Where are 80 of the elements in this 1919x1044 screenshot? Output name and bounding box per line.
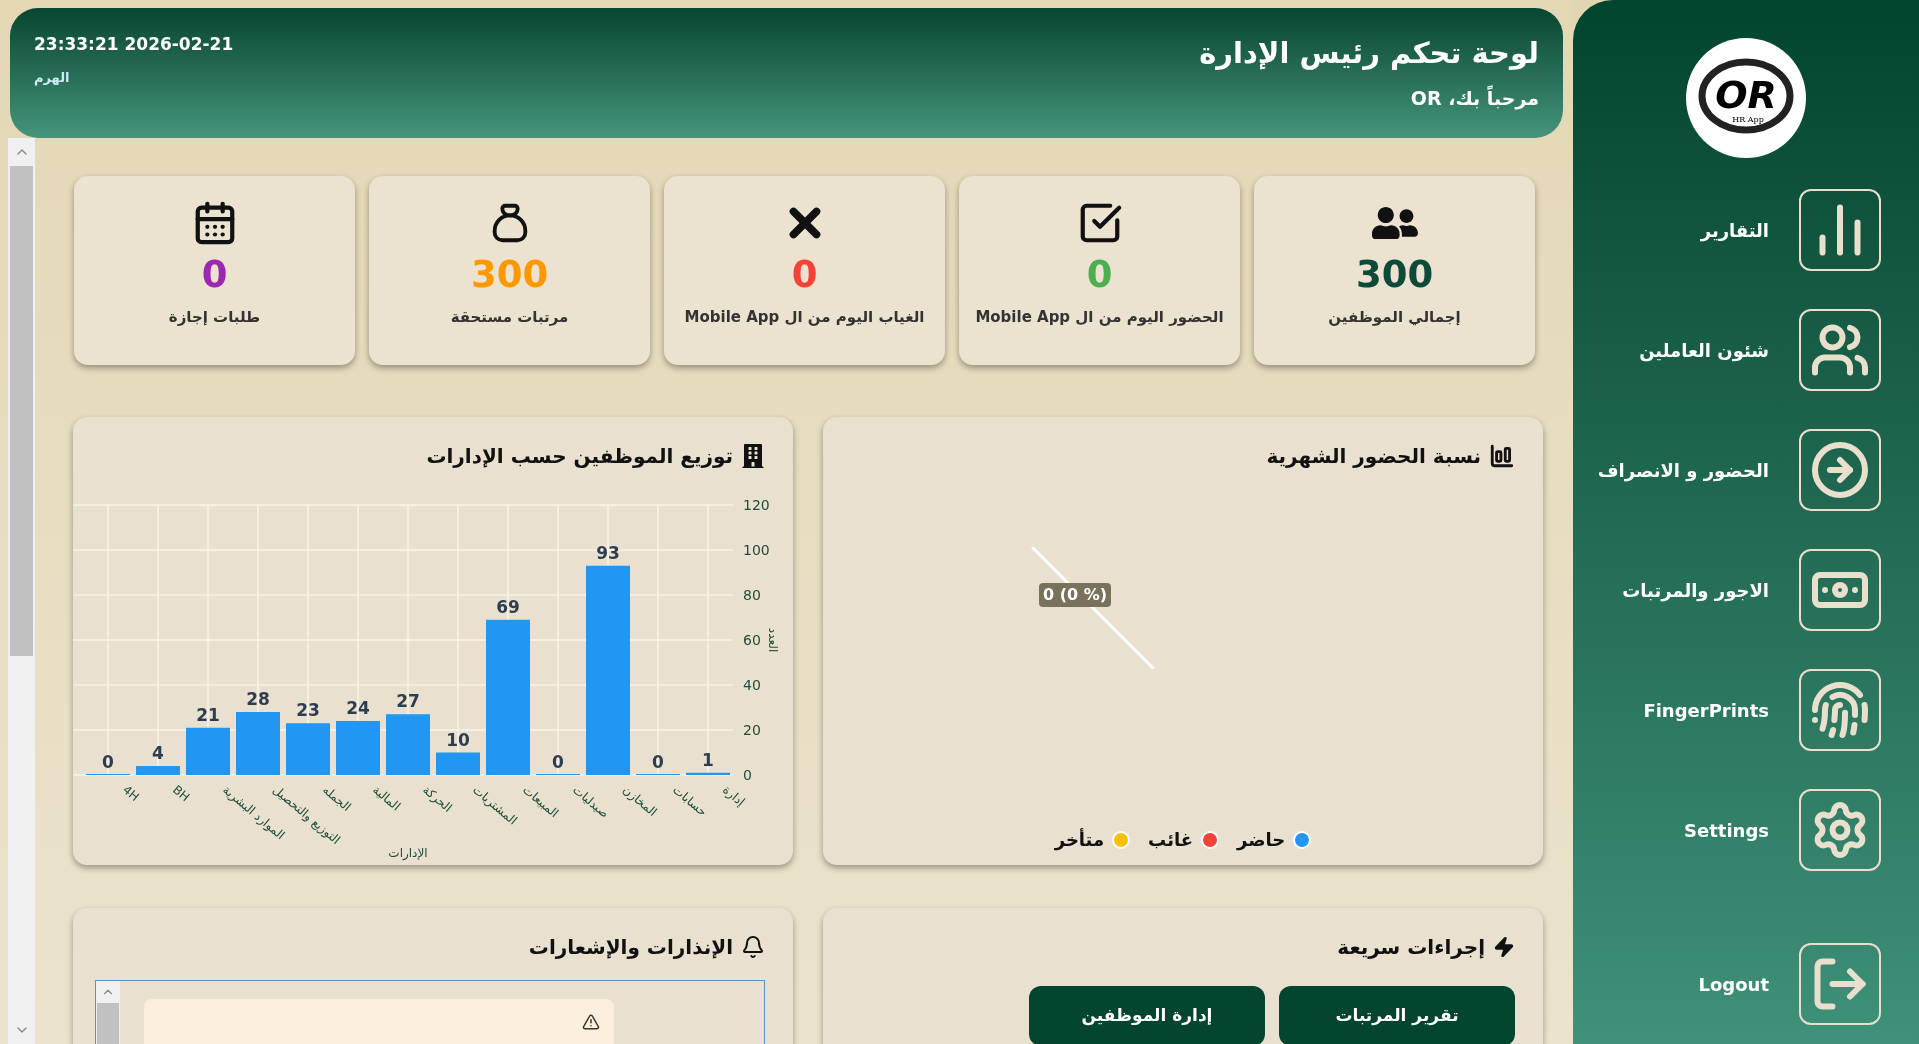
bar — [136, 766, 180, 775]
legend-label: حاضر — [1237, 828, 1286, 853]
stat-label: طلبات إجازة — [168, 307, 261, 329]
bar — [386, 714, 430, 775]
x-axis-label: الإدارات — [388, 846, 428, 860]
legend-label: غائب — [1148, 828, 1193, 852]
fingerprint-icon — [1810, 680, 1870, 740]
y-tick-label: 120 — [743, 497, 770, 513]
bar — [286, 723, 330, 775]
sidebar-item[interactable]: الاجور والمرتبات — [1573, 530, 1919, 650]
x-tick-label: إدارة — [720, 782, 748, 809]
y-tick-label: 80 — [743, 587, 761, 603]
stat-value: 0 — [201, 252, 228, 298]
card-title: نسبة الحضور الشهرية — [1266, 443, 1481, 470]
page-title: لوحة تحكم رئيس الإدارة — [1199, 35, 1539, 72]
scrollbar[interactable] — [8, 138, 35, 1044]
bar-value-label: 23 — [296, 700, 320, 721]
stat-label: مرتبات مستحقة — [450, 307, 569, 329]
app-logo: OR HR App — [1686, 38, 1806, 158]
sidebar-item[interactable]: شئون العاملين — [1573, 290, 1919, 410]
building-icon — [741, 444, 765, 468]
x-tick-label: BH — [170, 782, 193, 805]
bar-value-label: 27 — [396, 691, 420, 712]
y-tick-label: 40 — [743, 677, 761, 693]
bar-value-label: 0 — [552, 752, 564, 772]
sidebar-item[interactable]: Logout — [1573, 924, 1919, 1044]
lightning-icon — [1493, 936, 1515, 958]
bar-chart-icon — [1489, 443, 1515, 469]
bar-value-label: 69 — [496, 596, 520, 617]
x-tick-label: المبيعات — [520, 782, 562, 821]
x-tick-label: حسابات — [670, 782, 710, 820]
legend-label: متأخر — [1054, 827, 1105, 853]
y-tick-label: 60 — [743, 632, 761, 648]
bar-value-label: 10 — [446, 729, 470, 750]
x-tick-label: الحركة — [420, 782, 455, 815]
y-tick-label: 0 — [743, 767, 752, 783]
warning-icon — [582, 1013, 600, 1031]
x-tick-label: المالية — [370, 782, 404, 814]
x-tick-label: المخازن — [620, 782, 660, 819]
x-tick-label: الجمله — [320, 782, 354, 814]
bar-value-label: 24 — [346, 698, 370, 718]
stat-value: 0 — [791, 252, 818, 298]
card-title: توزيع الموظفين حسب الإدارات — [426, 443, 733, 470]
card-title: الإنذارات والإشعارات — [528, 934, 733, 961]
x-tick-label: صيدليات — [570, 782, 612, 821]
bar — [186, 727, 230, 775]
y-tick-label: 100 — [743, 542, 770, 558]
sidebar-item[interactable]: FingerPrints — [1573, 650, 1919, 770]
stat-label: إجمالي الموظفين — [1328, 307, 1461, 329]
bar — [686, 772, 730, 775]
stat-label: الحضور اليوم من ال Mobile App — [975, 307, 1224, 329]
bar-value-label: 28 — [246, 689, 270, 709]
action-button[interactable]: تقرير المرتبات — [1279, 986, 1515, 1044]
stat-value: 0 — [1086, 252, 1113, 298]
stat-label: الغياب اليوم من ال Mobile App — [684, 307, 925, 329]
y-axis-label: العدد — [766, 627, 780, 653]
y-tick-label: 20 — [743, 722, 761, 738]
stat-value: 300 — [470, 252, 549, 298]
x-tick-label: 4H — [120, 782, 142, 804]
bar — [436, 752, 480, 775]
sidebar-item[interactable]: Settings — [1573, 770, 1919, 890]
arrow-in-circle-icon — [1810, 440, 1870, 500]
card-title: إجراءات سريعة — [1337, 934, 1485, 961]
bar — [236, 712, 280, 775]
bell-icon — [741, 935, 765, 959]
location-label: الهرم — [34, 68, 71, 87]
bar — [336, 721, 380, 775]
bar-value-label: 4 — [152, 743, 164, 763]
bar-value-label: 0 — [102, 752, 114, 772]
x-tick-label: المشتريات — [470, 782, 520, 828]
welcome-text: مرحباً بك، OR — [1410, 84, 1539, 112]
bar-value-label: 21 — [196, 704, 220, 725]
sidebar-item[interactable]: الحضور و الانصراف — [1573, 410, 1919, 530]
date-time: 23:33:21 2026-02-21 — [34, 33, 234, 56]
bar-value-label: 0 — [652, 752, 664, 772]
stat-value: 300 — [1355, 252, 1434, 298]
sidebar-item[interactable]: التقارير — [1573, 170, 1919, 290]
bar-value-label: 93 — [596, 542, 620, 563]
action-button[interactable]: إدارة الموظفين — [1029, 986, 1265, 1044]
bar-value-label: 1 — [702, 749, 714, 770]
